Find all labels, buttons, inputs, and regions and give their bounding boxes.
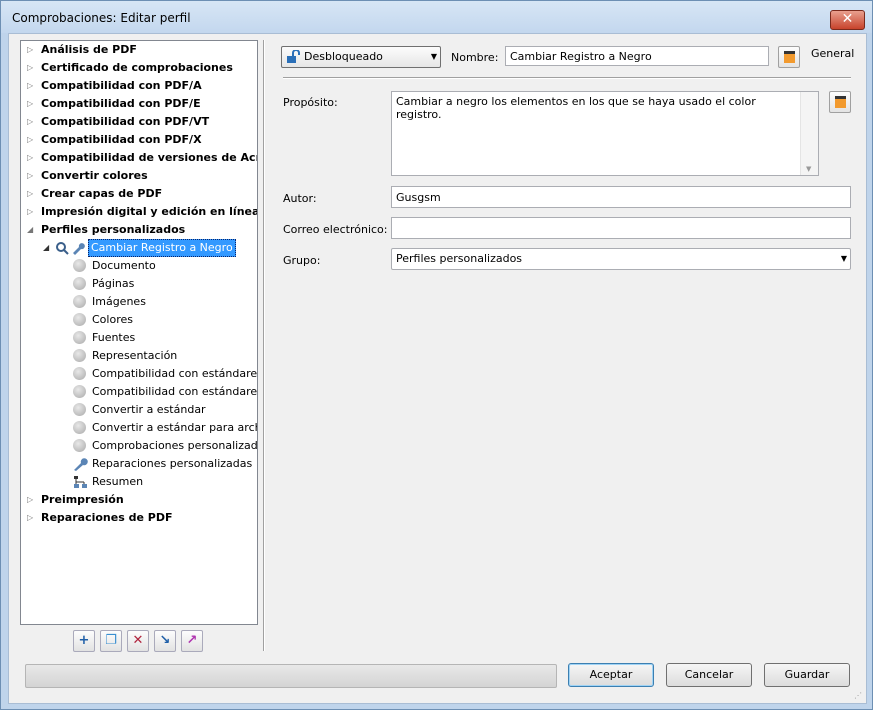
note-icon bbox=[835, 96, 846, 108]
tree-child-label: Representación bbox=[92, 349, 178, 362]
tree-child-label: Resumen bbox=[92, 475, 144, 488]
gray-circle-icon bbox=[73, 439, 86, 452]
gray-circle-icon bbox=[73, 277, 86, 290]
tree-item-label: Convertir colores bbox=[41, 169, 148, 182]
tree-child-label: Compatibilidad con estándares p bbox=[92, 385, 258, 398]
name-field[interactable]: Cambiar Registro a Negro bbox=[505, 46, 769, 66]
gray-circle-icon bbox=[73, 313, 86, 326]
delete-icon[interactable]: ✕ bbox=[127, 630, 149, 652]
expand-arrow-icon[interactable]: ▷ bbox=[27, 41, 37, 59]
tree-child-label: Reparaciones personalizadas bbox=[92, 457, 253, 470]
tree-item-label: Compatibilidad con PDF/A bbox=[41, 79, 202, 92]
wrench-icon bbox=[73, 243, 85, 255]
accept-button[interactable]: Aceptar bbox=[568, 663, 654, 687]
group-label: Grupo: bbox=[283, 254, 321, 267]
gray-circle-icon bbox=[73, 331, 86, 344]
import-icon[interactable]: ↘ bbox=[154, 630, 176, 652]
tree-child-label: Comprobaciones personalizadas bbox=[92, 439, 258, 452]
tree-item-label: Compatibilidad de versiones de Acrobat/P bbox=[41, 151, 257, 164]
expand-arrow-icon[interactable]: ▷ bbox=[27, 491, 37, 509]
progress-bar bbox=[25, 664, 557, 688]
gray-circle-icon bbox=[73, 385, 86, 398]
author-label: Autor: bbox=[283, 192, 317, 205]
gray-circle-icon bbox=[73, 403, 86, 416]
gray-circle-icon bbox=[73, 259, 86, 272]
author-field[interactable]: Gusgsm bbox=[391, 186, 851, 208]
expand-arrow-icon[interactable]: ▷ bbox=[27, 203, 37, 221]
scroll-down-icon[interactable]: ▼ bbox=[806, 165, 811, 173]
group-value: Perfiles personalizados bbox=[396, 252, 523, 265]
purpose-label: Propósito: bbox=[283, 96, 338, 109]
expand-arrow-icon[interactable]: ▷ bbox=[27, 59, 37, 77]
gray-circle-icon bbox=[73, 367, 86, 380]
expand-arrow-icon[interactable]: ▷ bbox=[27, 509, 37, 527]
expand-arrow-icon[interactable]: ▷ bbox=[27, 77, 37, 95]
tree-child-label: Imágenes bbox=[92, 295, 146, 308]
tree-item-label: Preimpresión bbox=[41, 493, 124, 506]
title-bar[interactable]: Comprobaciones: Editar perfil ✕ bbox=[1, 1, 872, 33]
dialog-client-area: ▷ Análisis de PDF ▷ Certificado de comprob… bbox=[8, 33, 867, 704]
name-label: Nombre: bbox=[451, 51, 499, 64]
tree-child-label: Páginas bbox=[92, 277, 135, 290]
gray-circle-icon bbox=[73, 295, 86, 308]
email-label: Correo electrónico: bbox=[283, 223, 388, 236]
profile-tree[interactable]: ▷ Análisis de PDF ▷ Certificado de comprob… bbox=[20, 40, 258, 625]
lock-status-value: Desbloqueado bbox=[304, 50, 383, 63]
selected-profile-label[interactable]: Cambiar Registro a Negro bbox=[88, 239, 236, 257]
gray-circle-icon bbox=[73, 421, 86, 434]
tree-item-label: Compatibilidad con PDF/VT bbox=[41, 115, 210, 128]
chevron-down-icon: ▼ bbox=[840, 254, 847, 263]
expand-arrow-icon[interactable]: ▷ bbox=[27, 113, 37, 131]
export-icon[interactable]: ↗ bbox=[181, 630, 203, 652]
lock-status-dropdown[interactable]: Desbloqueado ▼ bbox=[281, 46, 441, 68]
collapse-arrow-icon[interactable]: ◢ bbox=[27, 221, 37, 239]
expand-arrow-icon[interactable]: ▷ bbox=[27, 185, 37, 203]
chevron-down-icon: ▼ bbox=[430, 52, 437, 61]
tree-item-label: Perfiles personalizados bbox=[41, 223, 186, 236]
tree-child-label: Compatibilidad con estándares bbox=[92, 367, 258, 380]
tree-item-label: Compatibilidad con PDF/X bbox=[41, 133, 202, 146]
collapse-arrow-icon[interactable]: ◢ bbox=[43, 239, 49, 257]
purpose-text: Cambiar a negro los elementos en los que… bbox=[396, 95, 756, 121]
wrench-icon bbox=[74, 458, 88, 471]
purpose-note-button[interactable] bbox=[829, 91, 851, 113]
tree-child-label: Fuentes bbox=[92, 331, 136, 344]
purpose-scrollbar[interactable]: ▼ bbox=[800, 92, 818, 175]
email-field[interactable] bbox=[391, 217, 851, 239]
tree-item-label: Certificado de comprobaciones bbox=[41, 61, 233, 74]
note-button[interactable] bbox=[778, 46, 800, 68]
tree-item-label: Impresión digital y edición en línea bbox=[41, 205, 258, 218]
expand-arrow-icon[interactable]: ▷ bbox=[27, 149, 37, 167]
magnifier-icon bbox=[56, 242, 69, 255]
note-icon bbox=[784, 51, 795, 63]
expand-arrow-icon[interactable]: ▷ bbox=[27, 131, 37, 149]
tree-item-label: Compatibilidad con PDF/E bbox=[41, 97, 201, 110]
dialog-window: Comprobaciones: Editar perfil ✕ ▷ Análisi… bbox=[0, 0, 873, 710]
tree-item-label: Reparaciones de PDF bbox=[41, 511, 173, 524]
gray-circle-icon bbox=[73, 349, 86, 362]
cancel-button[interactable]: Cancelar bbox=[666, 663, 752, 687]
close-button[interactable]: ✕ bbox=[830, 10, 865, 30]
unlock-icon bbox=[287, 50, 300, 63]
tree-child-label: Documento bbox=[92, 259, 156, 272]
add-icon[interactable]: + bbox=[73, 630, 95, 652]
save-button[interactable]: Guardar bbox=[764, 663, 850, 687]
tree-child-label: Convertir a estándar bbox=[92, 403, 206, 416]
tree-item-label: Crear capas de PDF bbox=[41, 187, 163, 200]
duplicate-icon[interactable]: ❐ bbox=[100, 630, 122, 652]
expand-arrow-icon[interactable]: ▷ bbox=[27, 167, 37, 185]
tree-child-label: Convertir a estándar para archivo bbox=[92, 421, 257, 434]
tree-item-label: Análisis de PDF bbox=[41, 43, 137, 56]
purpose-field[interactable]: Cambiar a negro los elementos en los que… bbox=[391, 91, 819, 176]
selected-profile-row[interactable]: ◢ Cambiar Registro a Negro bbox=[43, 239, 253, 257]
general-label: General bbox=[811, 47, 855, 60]
summary-icon bbox=[74, 476, 87, 488]
panel-divider[interactable] bbox=[263, 40, 265, 651]
window-title: Comprobaciones: Editar perfil bbox=[12, 11, 191, 25]
group-dropdown[interactable]: Perfiles personalizados ▼ bbox=[391, 248, 851, 270]
expand-arrow-icon[interactable]: ▷ bbox=[27, 95, 37, 113]
resize-grip-icon[interactable]: ⋰ bbox=[854, 691, 864, 701]
tree-child-label: Colores bbox=[92, 313, 133, 326]
form-separator bbox=[283, 77, 851, 79]
